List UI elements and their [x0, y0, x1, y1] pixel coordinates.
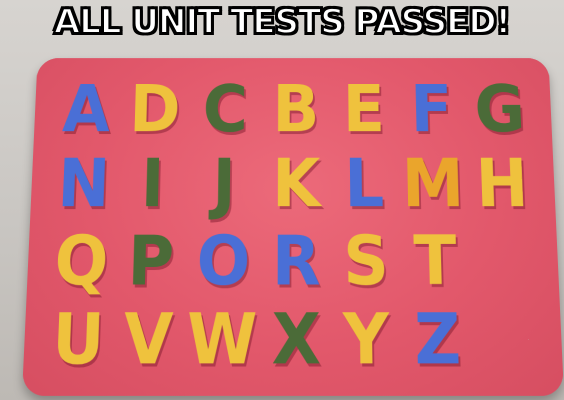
letter-piece: P [126, 221, 175, 302]
letter-slot: O [185, 221, 261, 302]
letter-piece: J [212, 145, 237, 224]
letter-slot: R [261, 221, 331, 302]
letter-slot: G [464, 71, 535, 148]
letter-piece: Z [413, 299, 462, 382]
letter-piece: X [271, 299, 321, 382]
letter-slot: Z [401, 299, 474, 382]
letter-piece: G [472, 71, 527, 148]
letter-piece: Q [52, 221, 110, 302]
letter-slot: W [183, 299, 261, 382]
letter-slot [469, 223, 542, 301]
letter-piece: H [474, 145, 530, 224]
letter-piece: C [202, 71, 249, 148]
letter-slot: V [112, 299, 185, 382]
letter-piece: E [342, 71, 386, 148]
letter-slot: F [397, 71, 467, 148]
letter-piece: R [271, 221, 321, 302]
letter-slot: Y [331, 299, 403, 382]
letter-piece: M [401, 145, 466, 224]
letter-slot: X [260, 299, 331, 382]
letter-piece: L [344, 145, 386, 224]
letter-piece: F [409, 71, 454, 148]
meme-caption: ALL UNIT TESTS PASSED! [53, 1, 512, 43]
letter-piece: U [50, 299, 106, 382]
letter-piece: D [127, 71, 181, 148]
letter-slot: M [398, 145, 469, 224]
letter-slot: I [117, 145, 188, 224]
letter-slot: U [41, 299, 115, 382]
letter-piece: A [61, 71, 112, 148]
letter-slot: T [400, 221, 472, 302]
letter-piece: I [140, 145, 166, 224]
letter-slot: K [261, 145, 330, 224]
letter-piece: K [271, 145, 321, 224]
letter-slot: B [262, 71, 330, 148]
letter-slot: Q [45, 221, 118, 302]
letter-piece: T [412, 221, 458, 302]
letter-piece: S [342, 221, 389, 302]
letter-slot: C [188, 71, 262, 148]
letter-slot: H [467, 145, 539, 224]
letter-piece: N [56, 145, 112, 224]
letter-slot [471, 301, 545, 381]
letter-slot: L [330, 145, 400, 224]
letter-piece: W [186, 299, 258, 382]
letter-grid: ADCBEFG NIJKLMH QPORST UVWXYZ [41, 71, 545, 382]
letter-slot: D [119, 71, 189, 148]
letter-piece: V [122, 299, 175, 382]
letter-slot: A [51, 71, 122, 148]
letter-slot: J [186, 145, 261, 224]
letter-slot: E [330, 71, 399, 148]
letter-slot: P [115, 221, 187, 302]
letter-slot: S [331, 221, 402, 302]
alphabet-puzzle-board: ADCBEFG NIJKLMH QPORST UVWXYZ [21, 58, 564, 396]
letter-slot: N [48, 145, 120, 224]
letter-piece: B [272, 71, 320, 148]
letter-piece: O [195, 221, 251, 302]
letter-piece: Y [343, 299, 391, 382]
